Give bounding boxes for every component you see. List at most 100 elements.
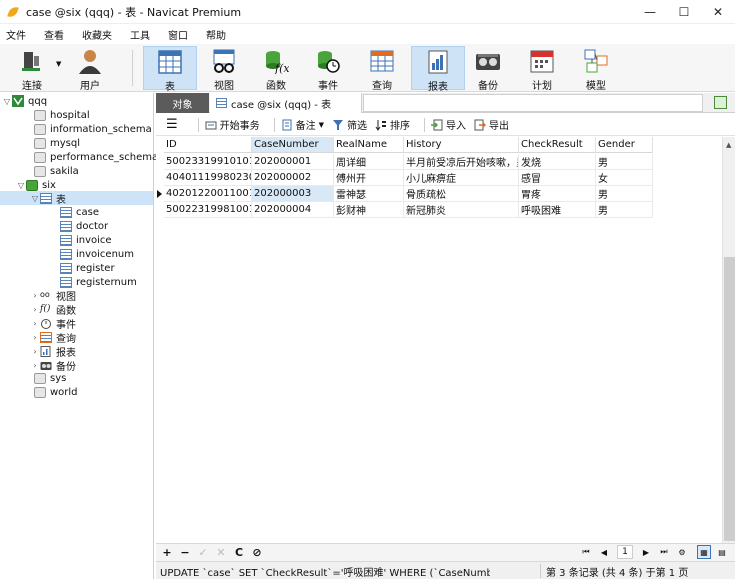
begin-transaction-button[interactable]: 开始事务 <box>205 117 260 132</box>
tree-group-views[interactable]: › oo 视图 <box>30 288 76 303</box>
apply-changes-button[interactable]: ✓ <box>194 545 212 561</box>
tree-db-six[interactable]: ▽ six <box>16 178 56 192</box>
expand-arrow-icon[interactable]: › <box>30 305 40 314</box>
cell-gender[interactable]: 男 <box>596 202 653 218</box>
menu-file[interactable]: 文件 <box>0 27 32 42</box>
prev-page-icon[interactable]: ◀ <box>597 545 611 559</box>
vertical-scrollbar[interactable]: ▲ <box>722 137 735 543</box>
menu-hamburger-icon[interactable]: ☰ <box>166 117 178 132</box>
minimize-button[interactable]: — <box>633 0 667 24</box>
cell-history[interactable]: 新冠肺炎 <box>404 202 519 218</box>
tree-db-mysql[interactable]: mysql <box>34 136 80 150</box>
tab-case-table[interactable]: case @six (qqq) - 表 <box>210 93 362 113</box>
connection-dropdown-icon[interactable]: ▼ <box>56 60 61 68</box>
refresh-button[interactable]: C <box>230 545 248 561</box>
cell-history[interactable]: 骨质疏松 <box>404 186 519 202</box>
filter-button[interactable]: 筛选 <box>332 117 367 132</box>
note-dropdown-icon[interactable]: ▼ <box>319 121 324 129</box>
tree-group-backups[interactable]: › 备份 <box>30 358 76 373</box>
first-page-icon[interactable]: ⏮ <box>579 545 593 559</box>
cell-gender[interactable]: 女 <box>596 170 653 186</box>
tree-table-doctor[interactable]: doctor <box>60 219 108 233</box>
tree-group-events[interactable]: › 事件 <box>30 316 76 331</box>
tree-db-performance-schema[interactable]: performance_schema <box>34 150 158 164</box>
tree-db-information-schema[interactable]: information_schema <box>34 122 152 136</box>
collapse-arrow-icon[interactable]: ▽ <box>16 181 26 190</box>
toolbar-model-button[interactable]: 模型 <box>574 46 618 92</box>
tree-group-tables[interactable]: ▽ 表 <box>0 191 153 206</box>
cell-casenumber[interactable]: 202000001 <box>252 154 334 170</box>
column-header-realname[interactable]: RealName <box>334 137 404 153</box>
column-header-id[interactable]: ID <box>164 137 252 153</box>
tree-db-world[interactable]: world <box>34 385 78 399</box>
menu-help[interactable]: 帮助 <box>200 27 232 42</box>
close-button[interactable]: ✕ <box>701 0 735 24</box>
grid-view-icon[interactable]: ▦ <box>697 545 711 559</box>
cell-gender[interactable]: 男 <box>596 186 653 202</box>
cell-checkresult[interactable]: 感冒 <box>519 170 596 186</box>
cell-realname[interactable]: 周详细 <box>334 154 404 170</box>
table-row-current[interactable]: 4020122001100123 202000003 雷神瑟 骨质疏松 胃疼 男 <box>164 186 653 202</box>
toolbar-view-button[interactable]: 视图 <box>202 46 246 92</box>
column-header-gender[interactable]: Gender <box>596 137 653 153</box>
cell-history[interactable]: 小儿麻痹症 <box>404 170 519 186</box>
tree-db-sakila[interactable]: sakila <box>34 164 79 178</box>
sort-button[interactable]: 排序 <box>375 117 410 132</box>
tree-table-case[interactable]: case <box>60 205 99 219</box>
maximize-button[interactable]: ☐ <box>667 0 701 24</box>
table-row[interactable]: 5002331991010100 202000001 周详细 半月前受凉后开始咳… <box>164 154 653 170</box>
import-button[interactable]: 导入 <box>431 117 466 132</box>
tree-group-reports[interactable]: › 报表 <box>30 344 76 359</box>
table-row[interactable]: 5002231998100100 202000004 彭财神 新冠肺炎 呼吸困难… <box>164 202 653 218</box>
menu-window[interactable]: 窗口 <box>162 27 194 42</box>
toolbar-report-button[interactable]: 报表 <box>411 46 465 93</box>
new-tab-icon[interactable] <box>714 96 727 109</box>
note-button[interactable]: 备注 ▼ <box>281 117 324 132</box>
menu-favorites[interactable]: 收藏夹 <box>76 27 118 42</box>
cell-gender[interactable]: 男 <box>596 154 653 170</box>
collapse-arrow-icon[interactable]: ▽ <box>30 194 40 203</box>
menu-view[interactable]: 查看 <box>38 27 70 42</box>
scrollbar-thumb[interactable] <box>724 257 735 541</box>
expand-arrow-icon[interactable]: › <box>30 347 40 356</box>
column-header-checkresult[interactable]: CheckResult <box>519 137 596 153</box>
toolbar-backup-button[interactable]: 备份 <box>466 46 510 92</box>
export-button[interactable]: 导出 <box>474 117 509 132</box>
column-header-history[interactable]: History <box>404 137 519 153</box>
tree-table-register[interactable]: register <box>60 261 115 275</box>
settings-gear-icon[interactable]: ⚙ <box>675 545 689 559</box>
cell-id[interactable]: 5002331991010100 <box>164 154 252 170</box>
toolbar-query-button[interactable]: 查询 <box>360 46 404 92</box>
tab-objects[interactable]: 对象 <box>156 93 209 113</box>
tree-connection-qqq[interactable]: ▽ qqq <box>2 94 47 108</box>
cell-checkresult[interactable]: 胃疼 <box>519 186 596 202</box>
cell-casenumber[interactable]: 202000003 <box>252 186 334 202</box>
tree-db-sys[interactable]: sys <box>34 371 66 385</box>
scroll-up-icon[interactable]: ▲ <box>726 141 731 149</box>
tree-db-hospital[interactable]: hospital <box>34 108 90 122</box>
expand-arrow-icon[interactable]: › <box>30 291 40 300</box>
menu-tools[interactable]: 工具 <box>124 27 156 42</box>
toolbar-schedule-button[interactable]: 计划 <box>520 46 564 92</box>
expand-arrow-icon[interactable]: › <box>30 361 40 370</box>
toolbar-function-button[interactable]: f(x) 函数 <box>254 46 298 92</box>
tree-table-invoicenum[interactable]: invoicenum <box>60 247 134 261</box>
tree-table-invoice[interactable]: invoice <box>60 233 112 247</box>
tab-filter-input[interactable] <box>363 94 703 112</box>
add-record-button[interactable]: + <box>158 545 176 561</box>
stop-button[interactable]: ⊘ <box>248 545 266 561</box>
cell-realname[interactable]: 彭财神 <box>334 202 404 218</box>
cell-history[interactable]: 半月前受凉后开始咳嗽，呈阵发性 <box>404 154 519 170</box>
cell-casenumber[interactable]: 202000004 <box>252 202 334 218</box>
page-number-input[interactable]: 1 <box>617 545 633 559</box>
cell-id[interactable]: 4020122001100123 <box>164 186 252 202</box>
tree-group-queries[interactable]: › 查询 <box>30 330 76 345</box>
cell-checkresult[interactable]: 发烧 <box>519 154 596 170</box>
cell-checkresult[interactable]: 呼吸困难 <box>519 202 596 218</box>
toolbar-event-button[interactable]: 事件 <box>306 46 350 92</box>
next-page-icon[interactable]: ▶ <box>639 545 653 559</box>
expand-arrow-icon[interactable]: › <box>30 319 40 328</box>
toolbar-connection-button[interactable]: 连接 <box>10 46 54 92</box>
last-page-icon[interactable]: ⏭ <box>657 545 671 559</box>
cell-id[interactable]: 4040111998023030 <box>164 170 252 186</box>
